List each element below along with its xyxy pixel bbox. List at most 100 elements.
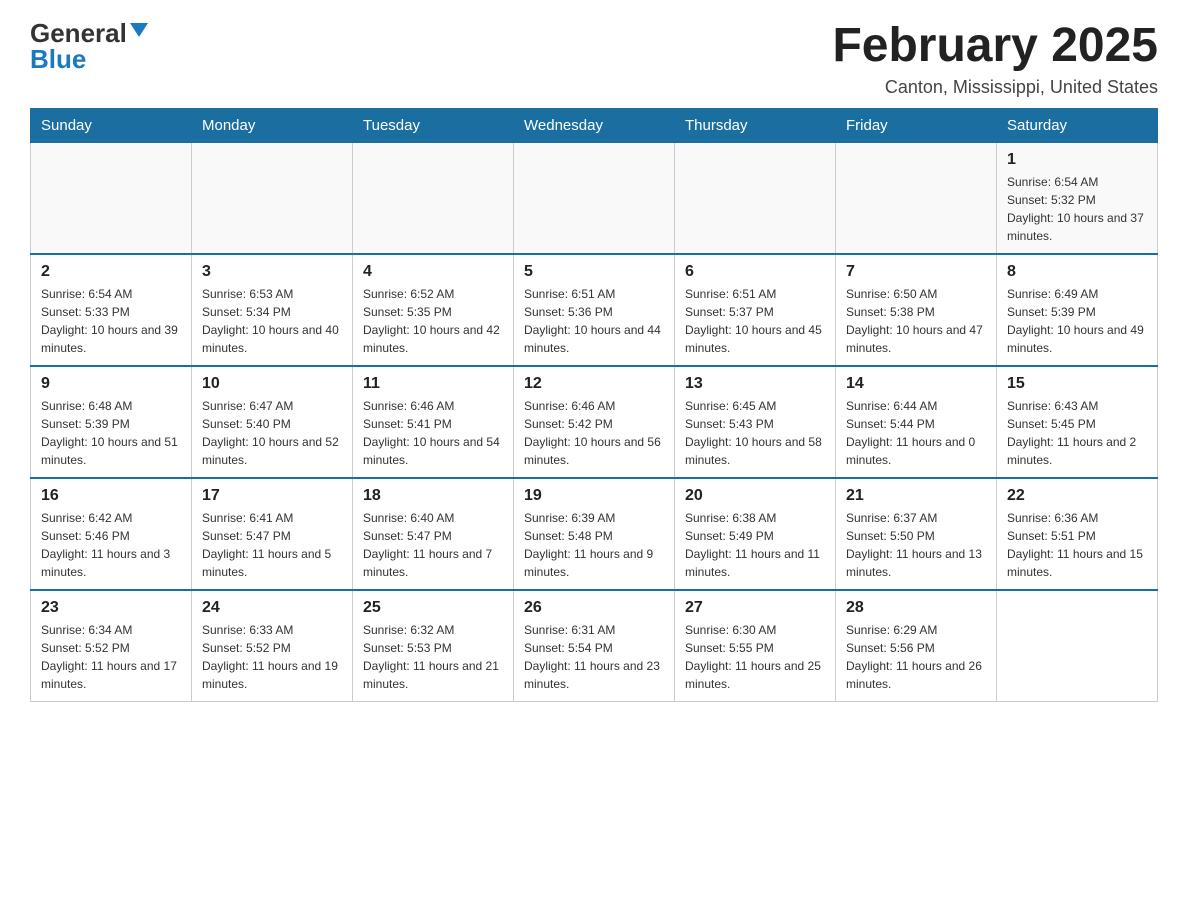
sunrise-text: Sunrise: 6:49 AM (1007, 285, 1147, 303)
daylight-text: Daylight: 10 hours and 40 minutes. (202, 321, 342, 357)
header-friday: Friday (836, 108, 997, 142)
sunrise-text: Sunrise: 6:54 AM (1007, 173, 1147, 191)
day-number: 23 (41, 599, 181, 617)
sunset-text: Sunset: 5:52 PM (41, 639, 181, 657)
day-number: 24 (202, 599, 342, 617)
table-row (192, 142, 353, 254)
sunrise-text: Sunrise: 6:36 AM (1007, 509, 1147, 527)
sunrise-text: Sunrise: 6:42 AM (41, 509, 181, 527)
sunset-text: Sunset: 5:49 PM (685, 527, 825, 545)
sunrise-text: Sunrise: 6:46 AM (524, 397, 664, 415)
daylight-text: Daylight: 10 hours and 37 minutes. (1007, 209, 1147, 245)
daylight-text: Daylight: 11 hours and 2 minutes. (1007, 433, 1147, 469)
day-info: Sunrise: 6:53 AMSunset: 5:34 PMDaylight:… (202, 285, 342, 357)
daylight-text: Daylight: 11 hours and 21 minutes. (363, 657, 503, 693)
day-info: Sunrise: 6:46 AMSunset: 5:41 PMDaylight:… (363, 397, 503, 469)
table-row: 11Sunrise: 6:46 AMSunset: 5:41 PMDayligh… (353, 366, 514, 478)
daylight-text: Daylight: 11 hours and 5 minutes. (202, 545, 342, 581)
table-row: 28Sunrise: 6:29 AMSunset: 5:56 PMDayligh… (836, 590, 997, 702)
daylight-text: Daylight: 11 hours and 13 minutes. (846, 545, 986, 581)
sunrise-text: Sunrise: 6:30 AM (685, 621, 825, 639)
day-info: Sunrise: 6:41 AMSunset: 5:47 PMDaylight:… (202, 509, 342, 581)
table-row: 15Sunrise: 6:43 AMSunset: 5:45 PMDayligh… (997, 366, 1158, 478)
logo-triangle-icon (130, 23, 148, 37)
day-number: 7 (846, 263, 986, 281)
table-row: 14Sunrise: 6:44 AMSunset: 5:44 PMDayligh… (836, 366, 997, 478)
sunset-text: Sunset: 5:37 PM (685, 303, 825, 321)
day-number: 27 (685, 599, 825, 617)
sunset-text: Sunset: 5:35 PM (363, 303, 503, 321)
day-number: 5 (524, 263, 664, 281)
calendar-week-row: 23 Sunrise: 6:34 AMSunset: 5:52 PMDayligh… (31, 590, 1158, 702)
sunrise-text: Sunrise: 6:29 AM (846, 621, 986, 639)
day-number: 6 (685, 263, 825, 281)
header-thursday: Thursday (675, 108, 836, 142)
sunset-text: Sunset: 5:50 PM (846, 527, 986, 545)
sunrise-text: Sunrise: 6:40 AM (363, 509, 503, 527)
sunset-text: Sunset: 5:55 PM (685, 639, 825, 657)
calendar-table: Sunday Monday Tuesday Wednesday Thursday… (30, 108, 1158, 702)
daylight-text: Daylight: 11 hours and 26 minutes. (846, 657, 986, 693)
table-row: 2Sunrise: 6:54 AMSunset: 5:33 PMDaylight… (31, 254, 192, 366)
day-number: 14 (846, 375, 986, 393)
daylight-text: Daylight: 10 hours and 54 minutes. (363, 433, 503, 469)
sunrise-text: Sunrise: 6:51 AM (524, 285, 664, 303)
sunrise-text: Sunrise: 6:39 AM (524, 509, 664, 527)
sunrise-text: Sunrise: 6:52 AM (363, 285, 503, 303)
day-info: Sunrise: 6:37 AMSunset: 5:50 PMDaylight:… (846, 509, 986, 581)
day-info: Sunrise: 6:50 AMSunset: 5:38 PMDaylight:… (846, 285, 986, 357)
logo: General Blue (30, 20, 148, 73)
table-row: 25Sunrise: 6:32 AMSunset: 5:53 PMDayligh… (353, 590, 514, 702)
calendar-title: February 2025 (832, 20, 1158, 73)
sunset-text: Sunset: 5:36 PM (524, 303, 664, 321)
table-row (353, 142, 514, 254)
header-monday: Monday (192, 108, 353, 142)
day-number: 22 (1007, 487, 1147, 505)
daylight-text: Daylight: 11 hours and 19 minutes. (202, 657, 342, 693)
daylight-text: Daylight: 10 hours and 39 minutes. (41, 321, 181, 357)
table-row: 4Sunrise: 6:52 AMSunset: 5:35 PMDaylight… (353, 254, 514, 366)
daylight-text: Daylight: 11 hours and 23 minutes. (524, 657, 664, 693)
sunrise-text: Sunrise: 6:37 AM (846, 509, 986, 527)
daylight-text: Daylight: 10 hours and 44 minutes. (524, 321, 664, 357)
day-info: Sunrise: 6:48 AMSunset: 5:39 PMDaylight:… (41, 397, 181, 469)
table-row: 24Sunrise: 6:33 AMSunset: 5:52 PMDayligh… (192, 590, 353, 702)
header-saturday: Saturday (997, 108, 1158, 142)
sunrise-text: Sunrise: 6:43 AM (1007, 397, 1147, 415)
sunrise-text: Sunrise: 6:32 AM (363, 621, 503, 639)
table-row: 27Sunrise: 6:30 AMSunset: 5:55 PMDayligh… (675, 590, 836, 702)
sunset-text: Sunset: 5:54 PM (524, 639, 664, 657)
sunset-text: Sunset: 5:38 PM (846, 303, 986, 321)
sunset-text: Sunset: 5:33 PM (41, 303, 181, 321)
table-row: 8Sunrise: 6:49 AMSunset: 5:39 PMDaylight… (997, 254, 1158, 366)
sunset-text: Sunset: 5:34 PM (202, 303, 342, 321)
day-number: 26 (524, 599, 664, 617)
day-number: 16 (41, 487, 181, 505)
day-number: 3 (202, 263, 342, 281)
sunset-text: Sunset: 5:40 PM (202, 415, 342, 433)
day-number: 4 (363, 263, 503, 281)
day-number: 10 (202, 375, 342, 393)
page-header: General Blue February 2025 Canton, Missi… (30, 20, 1158, 98)
day-info: Sunrise: 6:54 AMSunset: 5:33 PMDaylight:… (41, 285, 181, 357)
daylight-text: Daylight: 10 hours and 51 minutes. (41, 433, 181, 469)
day-number: 15 (1007, 375, 1147, 393)
sunset-text: Sunset: 5:56 PM (846, 639, 986, 657)
daylight-text: Daylight: 11 hours and 11 minutes. (685, 545, 825, 581)
table-row: 23 Sunrise: 6:34 AMSunset: 5:52 PMDayligh… (31, 590, 192, 702)
table-row (514, 142, 675, 254)
sunset-text: Sunset: 5:48 PM (524, 527, 664, 545)
daylight-text: Daylight: 10 hours and 56 minutes. (524, 433, 664, 469)
day-number: 13 (685, 375, 825, 393)
table-row (836, 142, 997, 254)
day-info: Sunrise: 6:47 AMSunset: 5:40 PMDaylight:… (202, 397, 342, 469)
daylight-text: Daylight: 10 hours and 58 minutes. (685, 433, 825, 469)
day-info: Sunrise: 6:29 AMSunset: 5:56 PMDaylight:… (846, 621, 986, 693)
daylight-text: Daylight: 11 hours and 7 minutes. (363, 545, 503, 581)
day-info: Sunrise: 6:45 AMSunset: 5:43 PMDaylight:… (685, 397, 825, 469)
sunset-text: Sunset: 5:51 PM (1007, 527, 1147, 545)
calendar-header-row: Sunday Monday Tuesday Wednesday Thursday… (31, 108, 1158, 142)
sunrise-text: Sunrise: 6:46 AM (363, 397, 503, 415)
day-info: Sunrise: 6:34 AMSunset: 5:52 PMDaylight:… (41, 621, 181, 693)
sunset-text: Sunset: 5:41 PM (363, 415, 503, 433)
